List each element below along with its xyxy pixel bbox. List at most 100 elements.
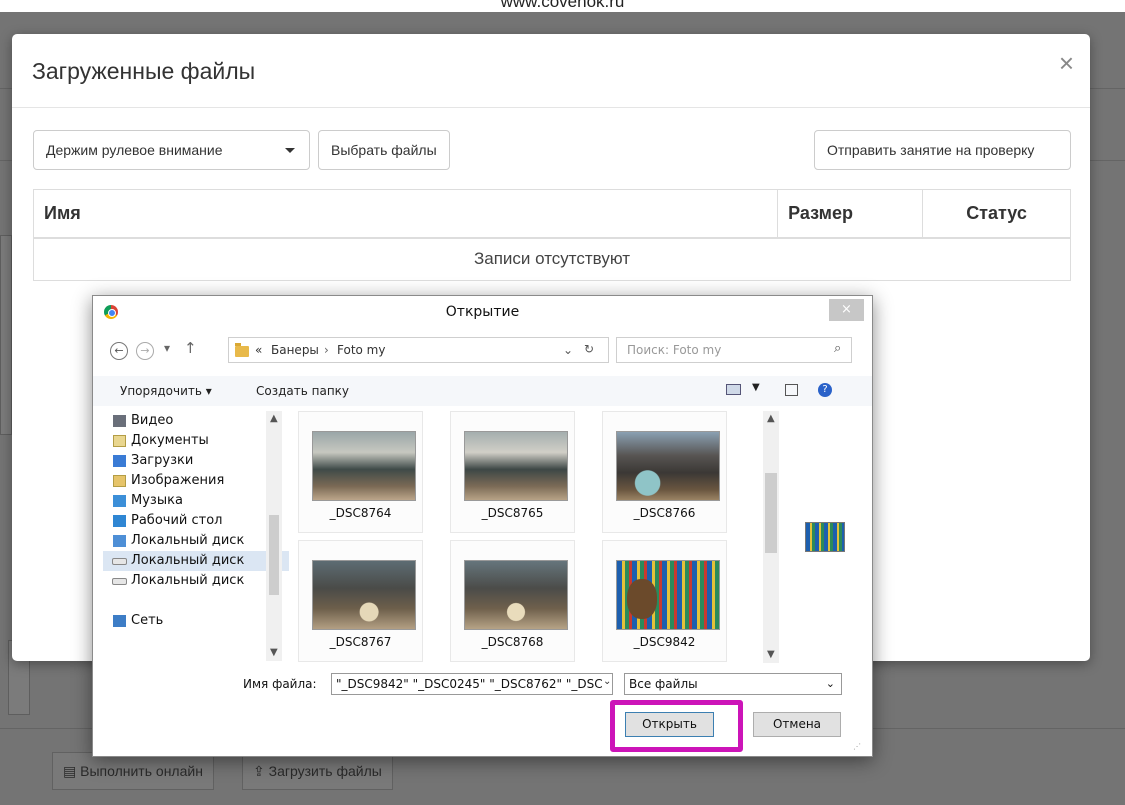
tree-item-network[interactable]: Сеть: [103, 611, 289, 631]
photo-thumbnail: [312, 431, 416, 501]
music-folder-icon: [113, 495, 126, 507]
breadcrumb-item-baners[interactable]: Банеры: [271, 343, 319, 357]
tree-item-video[interactable]: Видео: [103, 411, 289, 431]
file-grid: _DSC8764 _DSC8765 _DSC8766 _DSC8767 _DSC…: [298, 411, 763, 663]
file-name: _DSC8764: [329, 506, 392, 520]
scroll-down-icon[interactable]: ▼: [270, 647, 278, 658]
tree-item-label: Локальный диск: [131, 533, 245, 548]
dialog-title: Открытие: [445, 304, 520, 320]
preview-thumbnail: [805, 522, 845, 552]
filename-label: Имя файла:: [243, 677, 317, 691]
help-icon[interactable]: ?: [818, 383, 832, 397]
grid-scrollbar[interactable]: ▲ ▼: [763, 411, 779, 663]
tree-scrollbar-thumb[interactable]: [269, 515, 279, 595]
filename-dropdown-icon[interactable]: ⌄: [603, 676, 611, 687]
breadcrumb-overflow[interactable]: «: [255, 343, 262, 357]
history-chevron-icon[interactable]: ▾: [164, 341, 170, 355]
tree-item-desktop[interactable]: Рабочий стол: [103, 511, 289, 531]
breadcrumb-separator: ›: [324, 343, 329, 357]
organize-menu[interactable]: Упорядочить ▾: [120, 384, 212, 398]
photo-thumbnail: [464, 560, 568, 630]
close-icon[interactable]: ×: [829, 299, 864, 321]
resize-grip-icon[interactable]: ⋰: [853, 742, 861, 751]
new-folder-button[interactable]: Создать папку: [256, 384, 349, 398]
files-table: Имя Размер Статус Записи отсутствуют: [32, 189, 1071, 281]
tree-item-downloads[interactable]: Загрузки: [103, 451, 289, 471]
close-icon[interactable]: ×: [1059, 48, 1074, 79]
file-item[interactable]: _DSC8768: [450, 540, 575, 662]
choose-files-button[interactable]: Выбрать файлы: [318, 130, 450, 170]
downloads-folder-icon: [113, 455, 126, 467]
search-input[interactable]: Поиск: Foto my: [616, 337, 852, 363]
breadcrumb-item-foto-my[interactable]: Foto my: [337, 343, 385, 357]
tree-item-label: Локальный диск: [131, 573, 245, 588]
photo-thumbnail: [616, 560, 720, 630]
file-item[interactable]: _DSC8765: [450, 411, 575, 533]
table-row: Записи отсутствуют: [33, 237, 1071, 281]
file-item[interactable]: _DSC9842: [602, 540, 727, 662]
address-dropdown-icon[interactable]: ⌄: [563, 343, 573, 357]
file-name: _DSC8765: [481, 506, 544, 520]
file-item[interactable]: _DSC8764: [298, 411, 423, 533]
address-bar[interactable]: « Банеры › Foto my ⌄ ↻: [228, 337, 609, 363]
scroll-down-icon[interactable]: ▼: [767, 649, 775, 660]
modal-title: Загруженные файлы: [32, 58, 256, 84]
file-item[interactable]: _DSC8766: [602, 411, 727, 533]
caret-down-icon: [285, 148, 295, 153]
watermark: www.covenok.ru: [0, 0, 1125, 12]
folder-icon: [235, 343, 249, 357]
tree-item-label: Загрузки: [131, 453, 194, 468]
tree-item-music[interactable]: Музыка: [103, 491, 289, 511]
tree-item-local-disk-d[interactable]: Локальный диск: [103, 551, 289, 571]
up-arrow-icon[interactable]: ↑: [184, 339, 197, 357]
scroll-up-icon[interactable]: ▲: [270, 413, 278, 424]
tree-item-label: Изображения: [131, 473, 225, 488]
back-arrow-icon[interactable]: ←: [110, 342, 128, 360]
file-item[interactable]: _DSC8767: [298, 540, 423, 662]
tree-item-documents[interactable]: Документы: [103, 431, 289, 451]
column-header-name[interactable]: Имя: [32, 189, 779, 239]
tree-item-label: Локальный диск: [131, 553, 245, 568]
empty-message: Записи отсутствуют: [33, 237, 1071, 281]
tree-item-label: Документы: [131, 433, 209, 448]
tree-item-pictures[interactable]: Изображения: [103, 471, 289, 491]
column-header-size[interactable]: Размер: [777, 189, 924, 239]
refresh-icon[interactable]: ↻: [584, 342, 594, 356]
photo-thumbnail: [616, 431, 720, 501]
column-header-status[interactable]: Статус: [922, 189, 1071, 239]
forward-arrow-icon[interactable]: →: [136, 342, 154, 360]
scroll-up-icon[interactable]: ▲: [767, 413, 775, 424]
tree-item-label: Сеть: [131, 613, 164, 628]
tree-item-local-disk-e[interactable]: Локальный диск: [103, 571, 289, 591]
file-name: _DSC8767: [329, 635, 392, 649]
file-type-select[interactable]: Все файлы ⌄: [624, 673, 842, 695]
submit-lesson-button[interactable]: Отправить занятие на проверку: [814, 130, 1071, 170]
view-dropdown-icon[interactable]: ▼: [752, 382, 760, 393]
network-icon: [113, 615, 126, 627]
file-type-value: Все файлы: [629, 677, 698, 691]
desktop-folder-icon: [113, 515, 126, 527]
drive-icon: [112, 558, 127, 565]
grid-scrollbar-thumb[interactable]: [765, 473, 777, 553]
pictures-folder-icon: [113, 475, 126, 487]
file-name: _DSC8766: [633, 506, 696, 520]
folder-tree: Видео Документы Загрузки Изображения Муз…: [103, 411, 289, 661]
preview-pane-icon[interactable]: [785, 384, 798, 396]
tree-item-label: Музыка: [131, 493, 183, 508]
system-drive-icon: [113, 535, 126, 547]
tree-scrollbar[interactable]: ▲ ▼: [266, 411, 282, 661]
modal-header: Загруженные файлы ×: [12, 34, 1090, 108]
cancel-button[interactable]: Отмена: [753, 712, 841, 737]
file-name: _DSC8768: [481, 635, 544, 649]
lesson-select-value: Держим рулевое внимание: [46, 142, 223, 158]
tree-item-local-disk-c[interactable]: Локальный диск: [103, 531, 289, 551]
view-mode-icon[interactable]: [726, 384, 741, 395]
tree-item-label: Рабочий стол: [131, 513, 223, 528]
photo-thumbnail: [312, 560, 416, 630]
search-icon[interactable]: ⌕: [834, 341, 841, 356]
open-button-highlight: [610, 700, 743, 752]
lesson-select[interactable]: Держим рулевое внимание: [33, 130, 310, 170]
documents-folder-icon: [113, 435, 126, 447]
filename-input[interactable]: "_DSC9842" "_DSC0245" "_DSC8762" "_DSC: [331, 673, 613, 695]
